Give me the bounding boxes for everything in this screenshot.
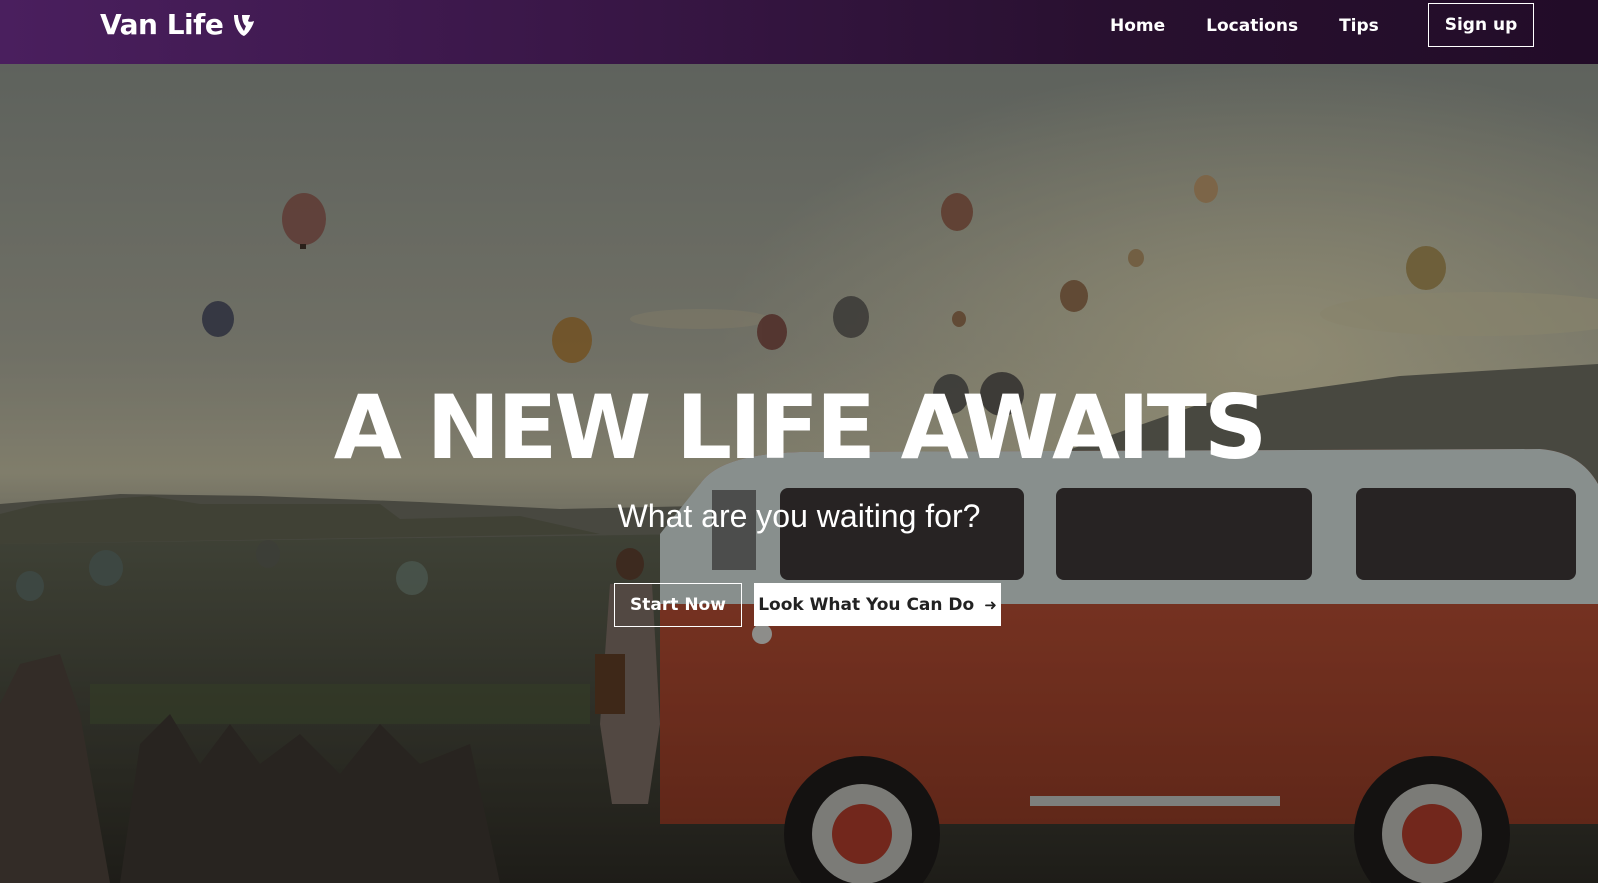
- hero-subtitle: What are you waiting for?: [617, 498, 981, 534]
- nav-link-locations[interactable]: Locations: [1206, 16, 1298, 36]
- start-now-button[interactable]: Start Now: [614, 583, 742, 627]
- signup-button[interactable]: Sign up: [1428, 3, 1534, 47]
- arrow-right-icon: ➜: [984, 595, 997, 614]
- look-what-you-can-do-label: Look What You Can Do: [758, 594, 975, 615]
- nav-link-tips[interactable]: Tips: [1339, 16, 1379, 36]
- look-what-you-can-do-button[interactable]: Look What You Can Do ➜: [754, 583, 1001, 626]
- nav-menu: Home Locations Tips: [1110, 0, 1420, 52]
- nav-link-home[interactable]: Home: [1110, 16, 1165, 36]
- navbar: Van Life Home Locations Tips Sign up: [0, 0, 1598, 64]
- hero-section: A NEW LIFE AWAITS What are you waiting f…: [0, 64, 1598, 883]
- brand-name: Van Life: [100, 8, 224, 41]
- hero-title: A NEW LIFE AWAITS: [333, 376, 1267, 479]
- brand-link[interactable]: Van Life: [100, 8, 257, 41]
- typo3-logo-icon: [231, 12, 257, 38]
